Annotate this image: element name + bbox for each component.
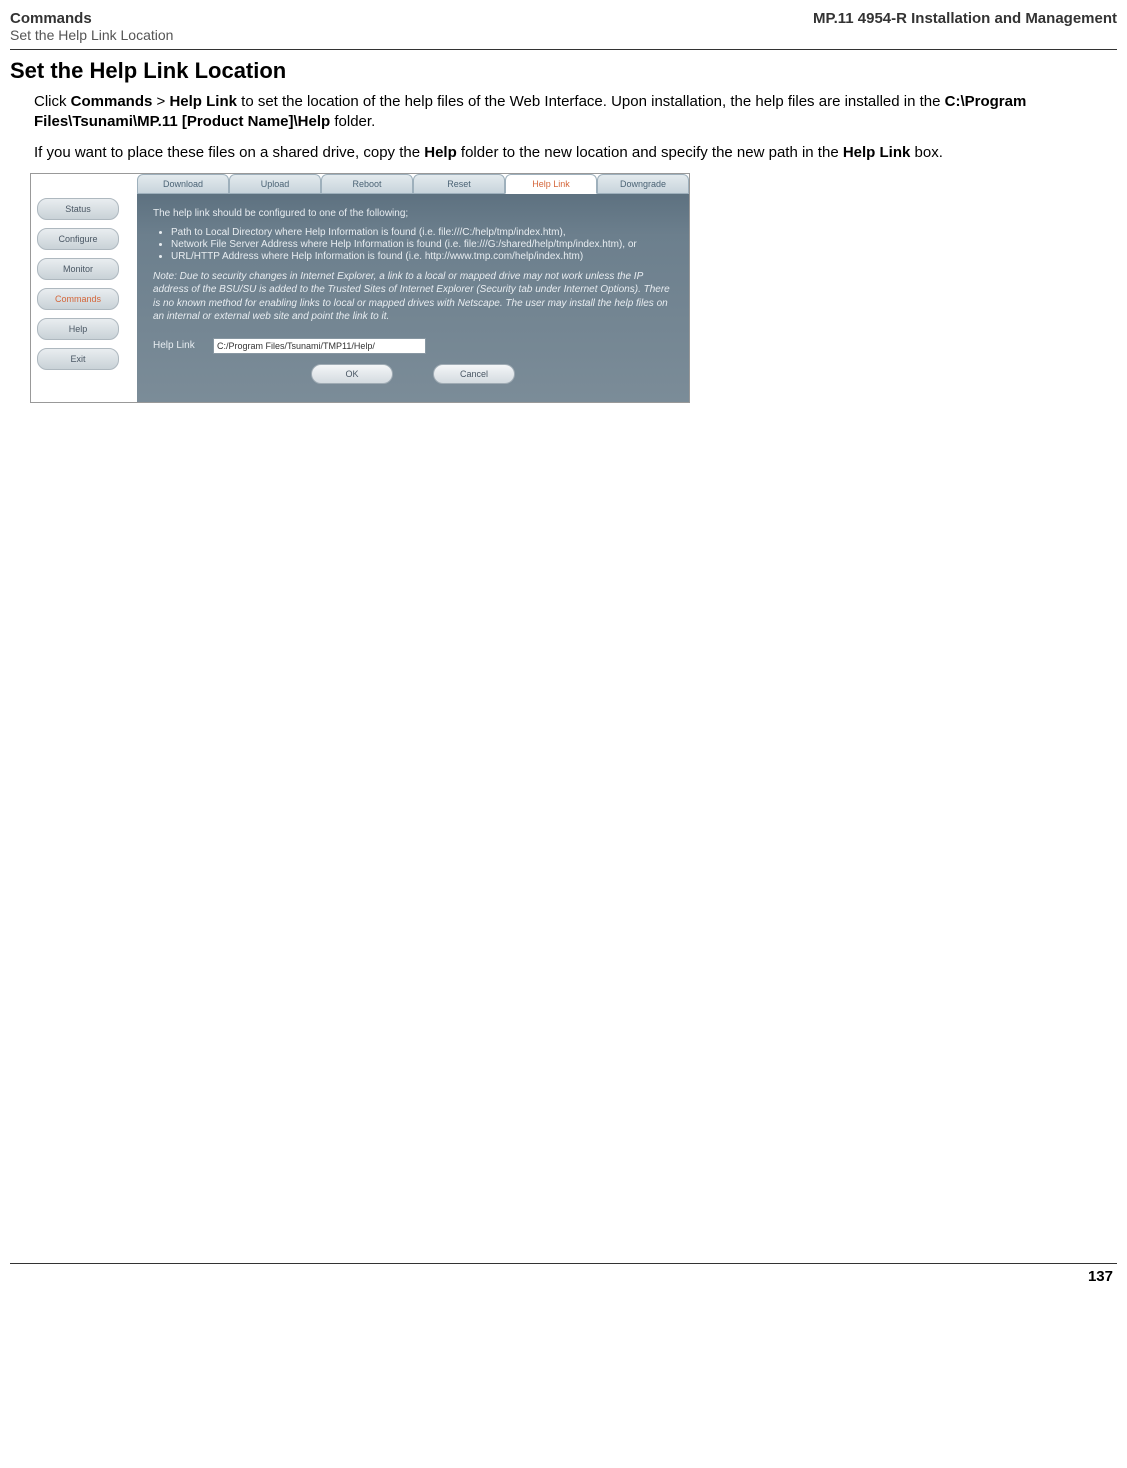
tab-reset[interactable]: Reset — [413, 174, 505, 194]
footer-rule — [10, 1263, 1117, 1264]
list-item: Network File Server Address where Help I… — [171, 239, 673, 250]
tab-bar: Download Upload Reboot Reset Help Link D… — [137, 174, 689, 194]
header-rule — [10, 49, 1117, 50]
tab-download[interactable]: Download — [137, 174, 229, 194]
help-link-label: Help Link — [153, 340, 203, 351]
header-left-title: Commands — [10, 10, 173, 27]
paragraph-2: If you want to place these files on a sh… — [34, 143, 1117, 163]
ok-button[interactable]: OK — [311, 364, 393, 384]
help-link-input[interactable] — [213, 338, 426, 354]
embedded-screenshot: Status Configure Monitor Commands Help E… — [30, 173, 690, 403]
sidebar-item-configure[interactable]: Configure — [37, 228, 119, 250]
help-link-form-row: Help Link — [153, 338, 673, 354]
tab-upload[interactable]: Upload — [229, 174, 321, 194]
sidebar-item-monitor[interactable]: Monitor — [37, 258, 119, 280]
help-link-intro: The help link should be configured to on… — [153, 208, 673, 219]
tab-downgrade[interactable]: Downgrade — [597, 174, 689, 194]
sidebar: Status Configure Monitor Commands Help E… — [31, 174, 137, 402]
sidebar-item-status[interactable]: Status — [37, 198, 119, 220]
cancel-button[interactable]: Cancel — [433, 364, 515, 384]
button-row: OK Cancel — [153, 364, 673, 384]
sidebar-item-commands[interactable]: Commands — [37, 288, 119, 310]
header-left-subtitle: Set the Help Link Location — [10, 27, 173, 43]
sidebar-item-exit[interactable]: Exit — [37, 348, 119, 370]
paragraph-1: Click Commands > Help Link to set the lo… — [34, 92, 1117, 133]
security-note: Note: Due to security changes in Interne… — [153, 270, 673, 324]
page-number: 137 — [10, 1268, 1117, 1299]
list-item: Path to Local Directory where Help Infor… — [171, 227, 673, 238]
tab-help-link[interactable]: Help Link — [505, 174, 597, 194]
help-link-options: Path to Local Directory where Help Infor… — [171, 227, 673, 262]
main-panel: Download Upload Reboot Reset Help Link D… — [137, 174, 689, 402]
section-heading: Set the Help Link Location — [10, 58, 1117, 84]
list-item: URL/HTTP Address where Help Information … — [171, 251, 673, 262]
help-link-panel: The help link should be configured to on… — [137, 194, 689, 402]
header-right-title: MP.11 4954-R Installation and Management — [813, 10, 1117, 43]
sidebar-item-help[interactable]: Help — [37, 318, 119, 340]
tab-reboot[interactable]: Reboot — [321, 174, 413, 194]
